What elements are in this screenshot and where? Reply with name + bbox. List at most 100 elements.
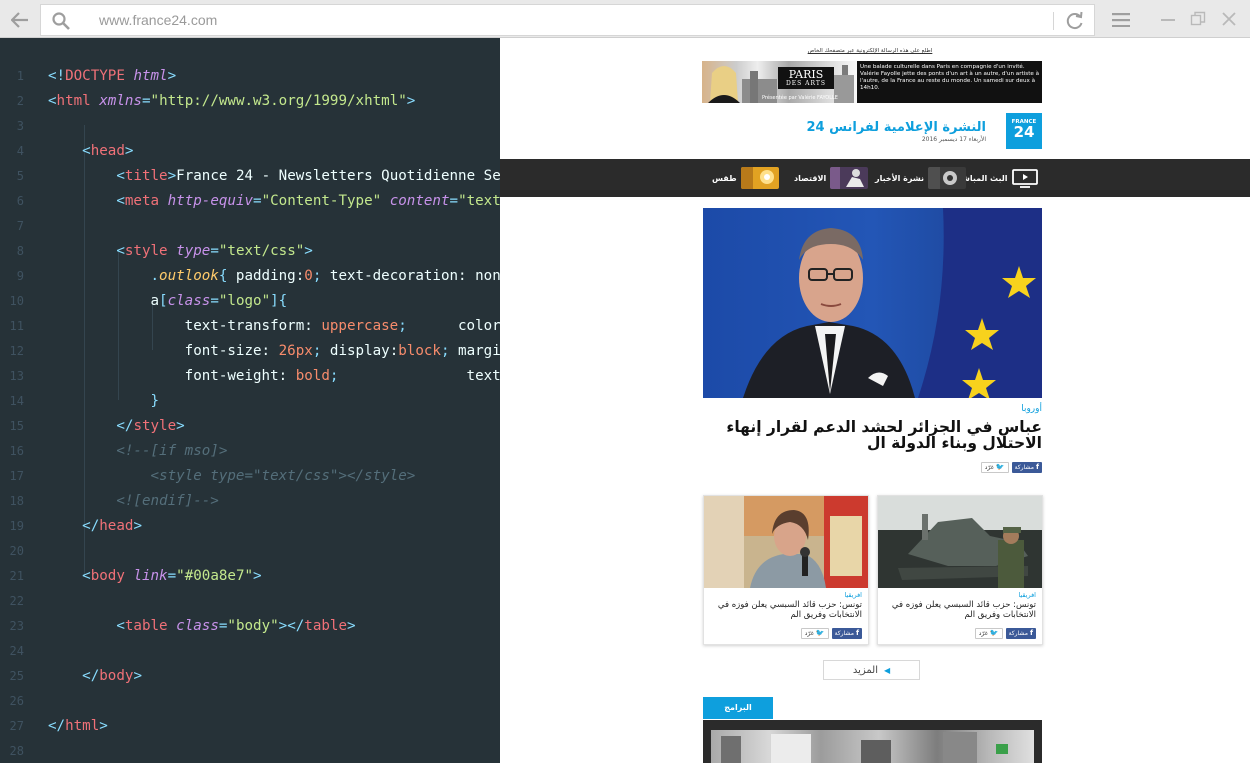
code-token: "logo"	[218, 293, 271, 309]
facebook-share-button[interactable]: مشاركة f	[831, 628, 862, 639]
facebook-share-button[interactable]: مشاركة f	[1011, 462, 1042, 473]
main-article-headline[interactable]: عباس في الجزائر لحشد الدعم لقرار إنهاء ا…	[712, 419, 1042, 451]
nav-economy[interactable]: الاقتصاد	[794, 167, 869, 189]
tweet-button-label: غرّد	[804, 630, 814, 637]
line-number: 2	[16, 94, 24, 108]
hamburger-menu-icon[interactable]	[1112, 13, 1130, 27]
code-line[interactable]: 11 text-transform: uppercase; color	[0, 314, 500, 339]
code-line[interactable]: 24	[0, 639, 500, 664]
ad-banner[interactable]: PARIS DES ARTS Présentée par Valérie FAY…	[702, 61, 1042, 103]
newsletter-nav: البث المباشر نشرة الأخبار الاقتصاد طقس	[500, 159, 1250, 197]
code-line[interactable]: 15 </style>	[0, 414, 500, 439]
code-line[interactable]: 25 </body>	[0, 664, 500, 689]
code-editor[interactable]: 1 <!DOCTYPE html> 2 <html xmlns="http://www…	[0, 38, 500, 763]
france24-logo[interactable]: FRANCE 24	[1006, 113, 1042, 149]
tweet-button[interactable]: غرّد 🐦	[800, 628, 829, 639]
main-article-category[interactable]: أوروبا	[1021, 404, 1042, 414]
code-text: <!DOCTYPE html>	[48, 64, 176, 89]
card-category[interactable]: افريقيا	[1018, 591, 1036, 599]
code-line[interactable]: 21 <body link="#00a8e7">	[0, 564, 500, 589]
newsletter-header: FRANCE 24 النشرة الإعلامية لفرانس 24 الأ…	[700, 112, 1042, 152]
facebook-icon: f	[1029, 629, 1033, 637]
code-line[interactable]: 7	[0, 214, 500, 239]
code-token: 26px	[278, 343, 313, 359]
code-line[interactable]: 12 font-size: 26px; display:block; margi	[0, 339, 500, 364]
code-token: "Content-Type"	[261, 193, 382, 209]
code-token: body	[99, 668, 134, 684]
code-line[interactable]: 4 <head>	[0, 139, 500, 164]
code-line[interactable]: 5 <title>France 24 - Newsletters Quotidi…	[0, 164, 500, 189]
code-text: <body link="#00a8e7">	[48, 564, 261, 589]
facebook-icon: f	[855, 629, 859, 637]
code-line[interactable]: 14 }	[0, 389, 500, 414]
code-line[interactable]: 22	[0, 589, 500, 614]
code-token: content	[389, 193, 450, 209]
code-token: =	[167, 568, 177, 584]
tweet-button[interactable]: غرّد 🐦	[974, 628, 1003, 639]
line-number: 20	[9, 544, 24, 558]
code-line[interactable]: 8 <style type="text/css">	[0, 239, 500, 264]
code-line[interactable]: 19 </head>	[0, 514, 500, 539]
nav-news[interactable]: نشرة الأخبار	[875, 167, 966, 189]
facebook-share-button[interactable]: مشاركة f	[1005, 628, 1036, 639]
code-line[interactable]: 3	[0, 114, 500, 139]
url-text[interactable]: www.france24.com	[99, 12, 217, 28]
code-line[interactable]: 28	[0, 739, 500, 763]
nav-weather[interactable]: طقس	[712, 167, 779, 189]
code-token: class	[167, 293, 211, 309]
economy-thumb-icon	[830, 167, 869, 189]
card-headline[interactable]: تونس: حزب قائد السبسي يعلن فوزه في الانت…	[886, 600, 1036, 620]
code-token: DOCTYPE	[65, 68, 125, 84]
close-icon[interactable]	[1221, 11, 1237, 27]
code-line[interactable]: 17 <style type="text/css"></style>	[0, 464, 500, 489]
code-token: <!	[48, 68, 66, 84]
ad-brand-line2: DES ARTS	[785, 80, 827, 87]
address-bar[interactable]: www.france24.com	[40, 4, 1095, 36]
code-line[interactable]: 16 <!--[if mso]>	[0, 439, 500, 464]
card-category[interactable]: افريقيا	[844, 591, 862, 599]
tweet-button[interactable]: غرّد 🐦	[980, 462, 1009, 473]
line-number: 14	[9, 394, 24, 408]
tv-icon	[1011, 169, 1038, 188]
code-line[interactable]: 18 <![endif]-->	[0, 489, 500, 514]
more-button[interactable]: المزيد ◀	[823, 660, 920, 680]
code-line[interactable]: 1 <!DOCTYPE html>	[0, 64, 500, 89]
code-line[interactable]: 23 <table class="body"></table>	[0, 614, 500, 639]
code-text: }	[48, 389, 160, 414]
code-line[interactable]: 20	[0, 539, 500, 564]
code-token: <	[82, 143, 91, 159]
reload-icon[interactable]	[1065, 11, 1085, 31]
main-article-image[interactable]	[703, 208, 1042, 398]
program-thumbnail[interactable]	[711, 730, 1034, 763]
line-number: 10	[9, 294, 24, 308]
code-line[interactable]: 13 font-weight: bold; text-	[0, 364, 500, 389]
code-line[interactable]: 26	[0, 689, 500, 714]
code-text: font-size: 26px; display:block; margi	[48, 339, 500, 364]
code-line[interactable]: 10 a[class="logo"]{	[0, 289, 500, 314]
line-number: 22	[9, 594, 24, 608]
code-line[interactable]: 2 <html xmlns="http://www.w3.org/1999/xht…	[0, 89, 500, 114]
programs-tab[interactable]: البرامج	[703, 697, 773, 719]
article-card[interactable]: افريقيا تونس: حزب قائد السبسي يعلن فوزه …	[703, 495, 869, 645]
restore-icon[interactable]	[1190, 11, 1206, 27]
code-line[interactable]: 6 <meta http-equiv="Content-Type" conten…	[0, 189, 500, 214]
code-token: font-size:	[184, 343, 279, 359]
code-token: html	[56, 93, 91, 109]
code-token: <	[116, 193, 125, 209]
view-in-browser-link[interactable]: اطلع على هذه الرسالة الإلكترونية عبر متص…	[700, 48, 1040, 54]
code-token: a	[150, 293, 160, 309]
back-arrow-icon[interactable]	[6, 7, 34, 33]
code-token: title	[124, 168, 168, 184]
code-line[interactable]: 9 .outlook{ padding:0; text-decoration: …	[0, 264, 500, 289]
article-card[interactable]: افريقيا تونس: حزب قائد السبسي يعلن فوزه …	[877, 495, 1043, 645]
minimize-icon[interactable]	[1160, 11, 1176, 27]
code-line[interactable]: 27 </html>	[0, 714, 500, 739]
nav-live[interactable]: البث المباشر	[957, 167, 1038, 189]
card-headline[interactable]: تونس: حزب قائد السبسي يعلن فوزه في الانت…	[712, 600, 862, 620]
